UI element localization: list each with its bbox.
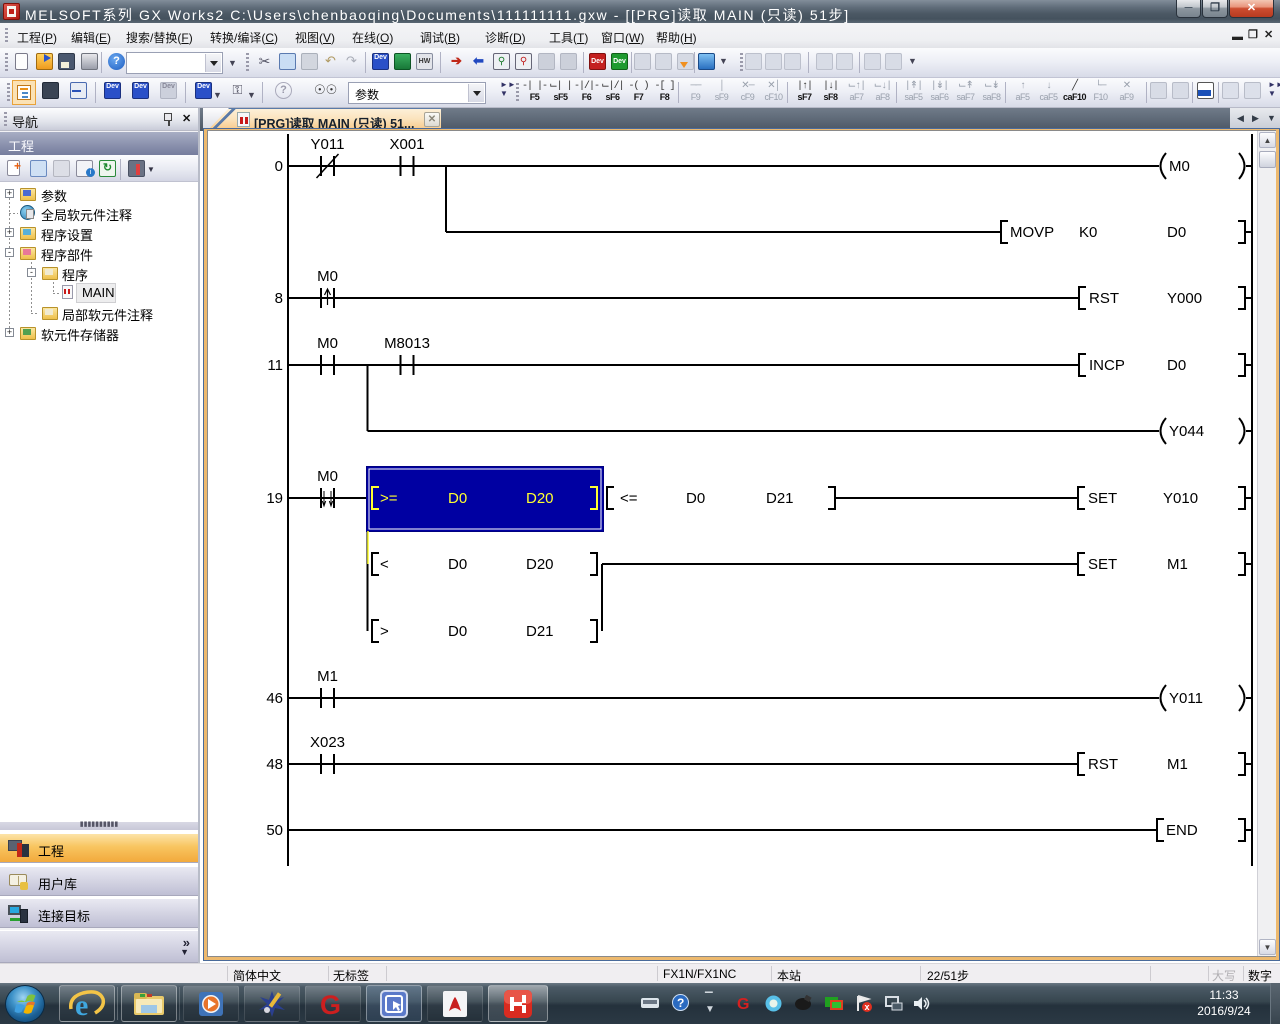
svg-text:19: 19 bbox=[266, 490, 283, 507]
svg-text:M1: M1 bbox=[317, 668, 338, 685]
svg-text:D21: D21 bbox=[766, 490, 794, 507]
svg-text:Y011: Y011 bbox=[1169, 690, 1203, 707]
svg-text:SET: SET bbox=[1088, 556, 1117, 573]
svg-text:Y000: Y000 bbox=[1167, 290, 1202, 307]
svg-text:RST: RST bbox=[1088, 756, 1118, 773]
svg-text:RST: RST bbox=[1089, 290, 1119, 307]
svg-text:D20: D20 bbox=[526, 556, 554, 573]
svg-text:X001: X001 bbox=[389, 136, 424, 153]
svg-text:>=: >= bbox=[380, 490, 398, 507]
svg-text:D0: D0 bbox=[448, 490, 467, 507]
svg-text:0: 0 bbox=[275, 158, 283, 175]
svg-text:D0: D0 bbox=[1167, 357, 1186, 374]
svg-text:M1: M1 bbox=[1167, 556, 1188, 573]
svg-text:>: > bbox=[380, 623, 389, 640]
svg-text:SET: SET bbox=[1088, 490, 1117, 507]
svg-text:D20: D20 bbox=[526, 490, 554, 507]
svg-text:M8013: M8013 bbox=[384, 335, 430, 352]
svg-text:D0: D0 bbox=[448, 556, 467, 573]
svg-text:M1: M1 bbox=[1167, 756, 1188, 773]
svg-text:Y044: Y044 bbox=[1169, 423, 1204, 440]
svg-text:END: END bbox=[1166, 822, 1198, 839]
svg-text:M0: M0 bbox=[317, 268, 338, 285]
svg-text:<: < bbox=[380, 556, 389, 573]
svg-text:8: 8 bbox=[275, 290, 283, 307]
svg-text:X023: X023 bbox=[310, 734, 345, 751]
svg-text:M0: M0 bbox=[317, 468, 338, 485]
svg-text:<=: <= bbox=[620, 490, 638, 507]
svg-text:11: 11 bbox=[267, 357, 283, 374]
svg-text:50: 50 bbox=[266, 822, 283, 839]
svg-text:M0: M0 bbox=[1169, 158, 1190, 175]
svg-text:G: G bbox=[320, 990, 341, 1019]
svg-text:Y010: Y010 bbox=[1163, 490, 1198, 507]
svg-text:INCP: INCP bbox=[1089, 357, 1125, 374]
svg-text:Y011: Y011 bbox=[311, 136, 345, 153]
svg-text:M0: M0 bbox=[317, 335, 338, 352]
svg-text:D21: D21 bbox=[526, 623, 554, 640]
svg-text:48: 48 bbox=[266, 756, 283, 773]
svg-text:D0: D0 bbox=[448, 623, 467, 640]
svg-text:K0: K0 bbox=[1079, 224, 1097, 241]
svg-text:D0: D0 bbox=[1167, 224, 1186, 241]
svg-text:D0: D0 bbox=[686, 490, 705, 507]
svg-text:MOVP: MOVP bbox=[1010, 224, 1054, 241]
svg-text:46: 46 bbox=[266, 690, 283, 707]
